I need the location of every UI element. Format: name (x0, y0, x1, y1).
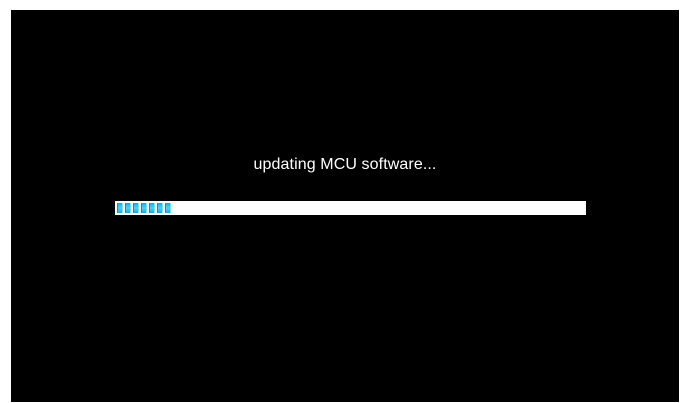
progress-segment (125, 203, 131, 213)
progress-segment (117, 203, 123, 213)
progress-segment (157, 203, 163, 213)
update-screen: updating MCU software... (11, 10, 679, 402)
status-message: updating MCU software... (253, 156, 437, 173)
progress-segment (141, 203, 147, 213)
progress-segment (149, 203, 155, 213)
progress-bar-fill (117, 203, 171, 213)
progress-segment (165, 203, 171, 213)
progress-segment (133, 203, 139, 213)
progress-bar (115, 201, 586, 215)
outer-frame: updating MCU software... (0, 0, 680, 403)
